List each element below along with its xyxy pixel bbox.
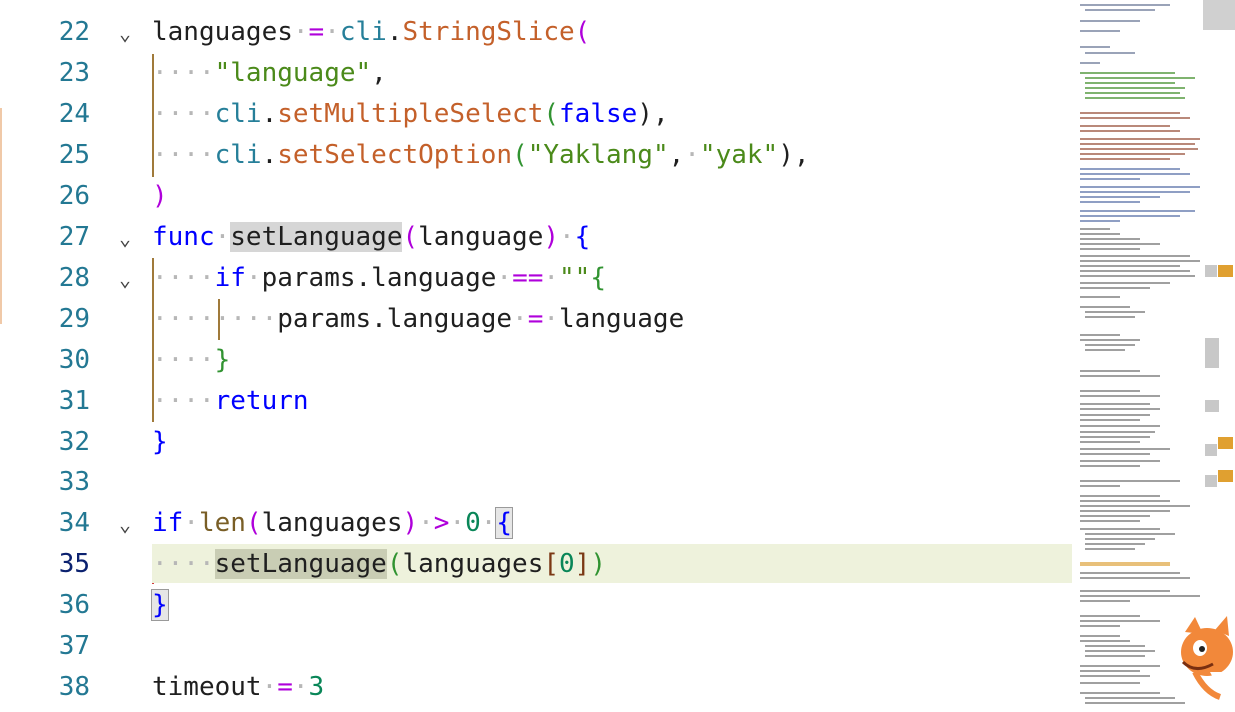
- code-line-current[interactable]: 35 ····setLanguage(languages[0]): [0, 544, 1075, 585]
- line-number: 28: [58, 263, 90, 293]
- line-number: 23: [58, 58, 90, 88]
- line-number: 38: [58, 672, 90, 702]
- code-text: ····if·params.language·==·""{: [152, 263, 606, 293]
- code-line[interactable]: 32 }: [0, 422, 1075, 463]
- code-line[interactable]: 31 ····return: [0, 381, 1075, 422]
- code-text: ): [152, 181, 168, 211]
- overview-ruler-mark: [1205, 444, 1217, 456]
- code-line[interactable]: 34 ⌄ if·len(languages)·>·0·{: [0, 503, 1075, 544]
- code-line[interactable]: 38 timeout·=·3: [0, 667, 1075, 708]
- line-number: 27: [58, 222, 90, 252]
- line-number: 26: [58, 181, 90, 211]
- code-text: ····cli.setMultipleSelect(false),: [152, 99, 669, 129]
- chevron-down-icon[interactable]: ⌄: [112, 513, 138, 535]
- overview-ruler-mark: [1205, 400, 1219, 412]
- line-number: 30: [58, 345, 90, 375]
- line-number: 36: [58, 590, 90, 620]
- code-line[interactable]: 28 ⌄ ····if·params.language·==·""{: [0, 258, 1075, 299]
- code-text: ····return: [152, 386, 309, 416]
- line-number: 22: [58, 17, 90, 47]
- code-line[interactable]: 27 ⌄ func·setLanguage(language)·{: [0, 217, 1075, 258]
- chevron-down-icon[interactable]: ⌄: [112, 268, 138, 290]
- code-text: func·setLanguage(language)·{: [152, 222, 591, 252]
- overview-ruler-mark: [1205, 338, 1219, 368]
- code-text: ····setLanguage(languages[0]): [152, 549, 606, 579]
- code-line[interactable]: 25 ····cli.setSelectOption("Yaklang",·"y…: [0, 135, 1075, 176]
- code-text: timeout·=·3: [152, 672, 325, 702]
- code-line[interactable]: 36 }: [0, 585, 1075, 626]
- overview-ruler-mark: [1218, 265, 1233, 277]
- code-text: }: [152, 427, 168, 457]
- code-line[interactable]: 23 ····"language",: [0, 53, 1075, 94]
- overview-ruler-mark: [1218, 470, 1233, 482]
- line-number: 31: [58, 386, 90, 416]
- overview-ruler-mark: [1218, 437, 1233, 449]
- line-number: 34: [58, 508, 90, 538]
- line-number: 32: [58, 427, 90, 457]
- code-line[interactable]: 33: [0, 462, 1075, 503]
- code-line[interactable]: 30 ····}: [0, 340, 1075, 381]
- line-number: 24: [58, 99, 90, 129]
- code-line[interactable]: 29 ········params.language·=·language: [0, 299, 1075, 340]
- line-number: 37: [58, 631, 90, 661]
- code-text: ····cli.setSelectOption("Yaklang",·"yak"…: [152, 140, 810, 170]
- code-text: if·len(languages)·>·0·{: [152, 507, 514, 539]
- scrollbar-slider[interactable]: [1203, 0, 1235, 30]
- line-number: 33: [58, 467, 90, 497]
- line-number: 29: [58, 304, 90, 334]
- chevron-down-icon[interactable]: ⌄: [112, 22, 138, 44]
- chevron-down-icon[interactable]: ⌄: [112, 227, 138, 249]
- code-line[interactable]: 37: [0, 626, 1075, 667]
- overview-ruler-mark: [1205, 265, 1217, 277]
- line-number: 25: [58, 140, 90, 170]
- code-editor[interactable]: 22 ⌄ languages·=·cli.StringSlice( 23 ···…: [0, 0, 1075, 712]
- code-text: ········params.language·=·language: [152, 304, 685, 334]
- code-text: ····"language",: [152, 58, 387, 88]
- overview-ruler-mark: [1205, 475, 1217, 487]
- code-line[interactable]: 26 ): [0, 176, 1075, 217]
- code-text: ····}: [152, 345, 231, 375]
- gutter-edge: [0, 108, 2, 324]
- line-number: 35: [58, 549, 90, 579]
- code-text: }: [151, 589, 169, 621]
- code-line[interactable]: 22 ⌄ languages·=·cli.StringSlice(: [0, 12, 1075, 53]
- code-line[interactable]: 24 ····cli.setMultipleSelect(false),: [0, 94, 1075, 135]
- code-text: languages·=·cli.StringSlice(: [152, 17, 591, 47]
- mascot-icon: [1181, 616, 1235, 700]
